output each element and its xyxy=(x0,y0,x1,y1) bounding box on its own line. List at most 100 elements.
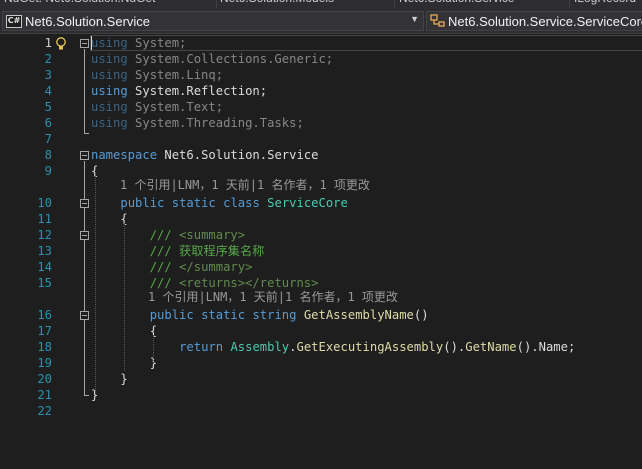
line-number: 18 xyxy=(37,340,52,354)
text-caret xyxy=(91,36,92,50)
tab-divider xyxy=(394,0,395,8)
code-token: (). xyxy=(443,340,466,354)
class-codelens[interactable]: 1 个引用|LNM，1 天前|1 名作者，1 项更改 xyxy=(120,177,370,193)
code-text: /// 获取程序集名称 xyxy=(91,243,265,259)
tab-ilogrecord[interactable]: ILogRecord xyxy=(574,0,636,8)
line-number: 17 xyxy=(37,324,52,338)
project-dropdown[interactable]: C# Net6.Solution.Service ▼ xyxy=(2,11,424,31)
collapse-class-toggle[interactable] xyxy=(80,199,89,208)
lightbulb-icon[interactable] xyxy=(55,37,67,51)
line-number: 16 xyxy=(37,308,52,322)
code-line[interactable]: 18 return Assembly.GetExecutingAssembly(… xyxy=(0,339,642,355)
code-line[interactable]: 5 using System.Text; xyxy=(0,99,642,115)
code-token: System; xyxy=(127,36,187,50)
code-line[interactable]: 11 { xyxy=(0,211,642,227)
code-line[interactable]: 22 xyxy=(0,403,642,419)
code-token: ServiceCore xyxy=(267,196,348,210)
class-icon xyxy=(430,13,446,29)
code-line[interactable]: 8 namespace Net6.Solution.Service xyxy=(0,147,642,163)
code-line[interactable]: 2 using System.Collections.Generic; xyxy=(0,51,642,67)
code-line[interactable]: 6 using System.Threading.Tasks; xyxy=(0,115,642,131)
line-number: 19 xyxy=(37,356,52,370)
code-token: GetName xyxy=(465,340,517,354)
collapse-namespace-toggle[interactable] xyxy=(80,151,89,160)
code-text: namespace Net6.Solution.Service xyxy=(91,147,318,163)
tab-divider xyxy=(569,0,570,8)
code-line[interactable]: 14 /// </summary> xyxy=(0,259,642,275)
code-line[interactable]: 7 xyxy=(0,131,642,147)
code-line[interactable]: 1 using System; xyxy=(0,35,642,51)
csharp-project-icon: C# xyxy=(6,14,22,28)
collapse-usings-toggle[interactable] xyxy=(80,39,89,48)
collapse-summary-toggle[interactable] xyxy=(80,231,89,240)
code-line[interactable]: 13 /// 获取程序集名称 xyxy=(0,243,642,259)
code-text: } xyxy=(91,371,127,387)
code-line[interactable]: 19 } xyxy=(0,355,642,371)
code-token: return xyxy=(179,340,224,354)
code-text: using System; xyxy=(91,35,186,51)
navigation-bar: C# Net6.Solution.Service ▼ Net6.Solution… xyxy=(0,8,642,34)
tab-service[interactable]: Net6.Solution.Service xyxy=(399,0,514,8)
method-codelens[interactable]: 1 个引用|LNM，1 天前|1 名作者，1 项更改 xyxy=(148,289,398,305)
indent-guide xyxy=(95,175,96,391)
code-line[interactable]: 12 /// <summary> xyxy=(0,227,642,243)
collapse-method-toggle[interactable] xyxy=(80,311,89,320)
code-token: using xyxy=(91,100,128,114)
line-number: 5 xyxy=(44,100,52,114)
chevron-down-icon[interactable]: ▼ xyxy=(410,14,419,24)
type-member-dropdown[interactable]: Net6.Solution.Service.ServiceCore xyxy=(426,11,642,31)
project-name: Net6.Solution.Service xyxy=(25,13,151,29)
outline-line xyxy=(84,49,85,133)
line-number: 12 xyxy=(37,228,52,242)
code-line[interactable]: 3 using System.Linq; xyxy=(0,67,642,83)
tab-models[interactable]: Net6.Solution.Models xyxy=(220,0,334,8)
code-token: <returns></returns> xyxy=(179,276,319,290)
code-token: using xyxy=(91,116,128,130)
code-line[interactable]: 21} xyxy=(0,387,642,403)
code-line[interactable]: 10 public static class ServiceCore xyxy=(0,195,642,211)
code-token: GetAssemblyName xyxy=(303,308,414,322)
code-line[interactable]: 4 using System.Reflection; xyxy=(0,83,642,99)
code-text: { xyxy=(91,211,127,227)
outline-line xyxy=(84,161,85,395)
line-number: 22 xyxy=(37,404,52,418)
code-text: using System.Threading.Tasks; xyxy=(91,115,304,131)
code-token: System.Threading.Tasks; xyxy=(127,116,304,130)
line-number: 21 xyxy=(37,388,52,402)
code-token: /// xyxy=(149,260,180,274)
code-line[interactable]: 20 } xyxy=(0,371,642,387)
code-token: static xyxy=(171,196,216,210)
code-token: using xyxy=(91,68,128,82)
code-text: public static string GetAssemblyName() xyxy=(91,307,429,323)
code-token: GetExecutingAssembly xyxy=(296,340,444,354)
code-token: System.Linq; xyxy=(127,68,224,82)
code-token: <summary> xyxy=(179,228,246,242)
code-line[interactable]: 16 public static string GetAssemblyName(… xyxy=(0,307,642,323)
code-line[interactable]: 17 { xyxy=(0,323,642,339)
indent-guide xyxy=(124,223,125,371)
code-text: using System.Reflection; xyxy=(91,83,267,99)
code-token: () xyxy=(413,308,429,322)
code-text: public static class ServiceCore xyxy=(91,195,348,211)
code-token: System.Collections.Generic; xyxy=(127,52,334,66)
line-number: 9 xyxy=(44,164,52,178)
code-token: System.Text; xyxy=(127,100,224,114)
code-text: /// <summary> xyxy=(91,227,245,243)
line-number: 2 xyxy=(44,52,52,66)
code-token: static xyxy=(201,308,246,322)
type-member-name: Net6.Solution.Service.ServiceCore xyxy=(448,13,642,29)
code-editor[interactable]: 1 using System; 2 using System.Collections.… xyxy=(0,35,642,469)
line-number: 4 xyxy=(44,84,52,98)
tab-nuget[interactable]: NuGet: Net6.Solution.NuGet xyxy=(4,0,155,8)
document-tab-strip: NuGet: Net6.Solution.NuGet Net6.Solution… xyxy=(0,0,642,8)
code-token: using xyxy=(91,84,128,98)
code-token: public xyxy=(120,196,165,210)
code-token: using xyxy=(91,36,128,50)
